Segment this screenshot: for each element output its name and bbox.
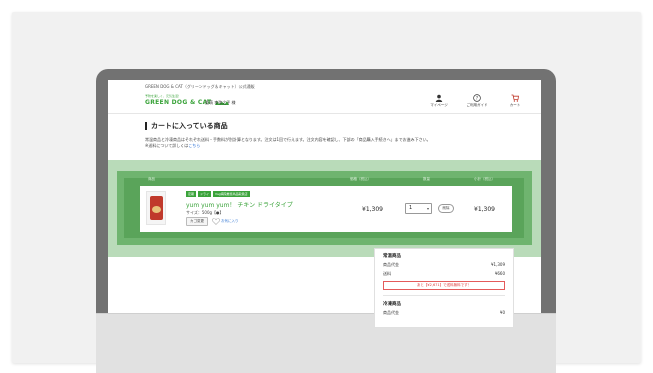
product-image[interactable] xyxy=(146,191,166,225)
user-greeting: 亜萌 幸弥之子 様 xyxy=(205,100,236,105)
summary-row-label: 商品代金 xyxy=(383,262,399,267)
svg-text:?: ? xyxy=(476,96,479,102)
summary-row-value: ¥660 xyxy=(494,271,505,276)
col-subtotal: 小計（税込） xyxy=(474,177,495,181)
summary-row-value: ¥1,309 xyxy=(491,262,505,267)
summary-section-title-frozen: 冷凍商品 xyxy=(383,302,401,307)
favorite-label: お気に入り xyxy=(221,219,239,223)
favorite-link[interactable]: お気に入り xyxy=(212,218,239,225)
change-cart-button[interactable]: カゴ変更 xyxy=(186,217,208,226)
summary-row-label: 商品代金 xyxy=(383,310,399,315)
nav-mypage-label: マイページ xyxy=(430,103,448,107)
col-quantity: 数量 xyxy=(423,177,430,181)
product-tag: Vsg病院推奨商品取扱店 xyxy=(213,191,250,197)
user-icon xyxy=(435,94,443,102)
header-nav: マイページ ? ご利用ガイド カート xyxy=(425,94,529,108)
order-summary: 常温商品 商品代金 ¥1,309 送料 ¥660 あと【¥2,671】で送料無料… xyxy=(374,248,514,328)
page-title: カートに入っている商品 xyxy=(145,122,228,130)
free-shipping-alert: あと【¥2,671】で送料無料です！ xyxy=(383,281,505,290)
notice-line-2: ※送料について詳しくはこちら xyxy=(145,143,431,149)
col-price: 価格（税込） xyxy=(350,177,371,181)
nav-cart-label: カート xyxy=(509,103,521,107)
food-bag-icon xyxy=(149,196,163,220)
heart-icon xyxy=(212,218,220,225)
summary-row-value: ¥0 xyxy=(499,310,505,315)
item-subtotal: ¥1,309 xyxy=(474,206,495,213)
product-name-link[interactable]: yum yum yum！ チキン ドライタイプ xyxy=(186,200,293,209)
nav-guide-label: ご利用ガイド xyxy=(466,103,488,107)
summary-divider xyxy=(383,295,505,296)
help-icon: ? xyxy=(473,94,481,102)
shipping-info-link[interactable]: こちら xyxy=(188,143,200,148)
cart-notice: 常温商品と冷凍商品はそれぞれ送料・手数料が別計算となります。注文は1回で行えます… xyxy=(145,137,431,149)
product-tags: 定期 ドライ Vsg病院推奨商品取扱店 xyxy=(186,191,250,197)
quantity-select[interactable]: 1 ▾ xyxy=(405,203,432,214)
summary-row: 送料 ¥660 xyxy=(383,271,505,277)
logo-tagline: 予防を楽しく、元気生活！ xyxy=(145,94,182,98)
summary-section-title: 常温商品 xyxy=(383,254,401,259)
product-size: サイズ：500g【●】 xyxy=(186,210,224,215)
summary-row-label: 送料 xyxy=(383,271,391,276)
product-tag: 定期 xyxy=(186,191,197,197)
summary-row: 商品代金 ¥0 xyxy=(383,310,505,316)
site-top-line: GREEN DOG & CAT（グリーンドッグ＆キャット）公式通販 xyxy=(145,84,255,89)
quantity-value: 1 xyxy=(409,205,413,211)
logo-text: GREEN DOG & CAT xyxy=(145,99,212,106)
product-actions: カゴ変更 お気に入り xyxy=(186,217,239,226)
cart-item-row: 定期 ドライ Vsg病院推奨商品取扱店 yum yum yum！ チキン ドライ… xyxy=(140,186,512,232)
col-product: 商品 xyxy=(148,177,155,181)
product-tag: ドライ xyxy=(198,191,212,197)
cart-icon xyxy=(511,94,519,102)
nav-mypage[interactable]: マイページ xyxy=(425,94,453,108)
nav-guide[interactable]: ? ご利用ガイド xyxy=(463,94,491,108)
nav-cart[interactable]: カート xyxy=(501,94,529,108)
cart-table-header: 商品 価格（税込） 数量 小計（税込） xyxy=(140,174,510,184)
header-divider xyxy=(108,113,541,114)
notice-prefix: ※送料について詳しくは xyxy=(145,143,189,148)
item-price: ¥1,309 xyxy=(362,206,383,213)
summary-row: 商品代金 ¥1,309 xyxy=(383,262,505,268)
delete-button[interactable]: 削除 xyxy=(438,204,454,213)
chevron-down-icon: ▾ xyxy=(426,206,429,211)
